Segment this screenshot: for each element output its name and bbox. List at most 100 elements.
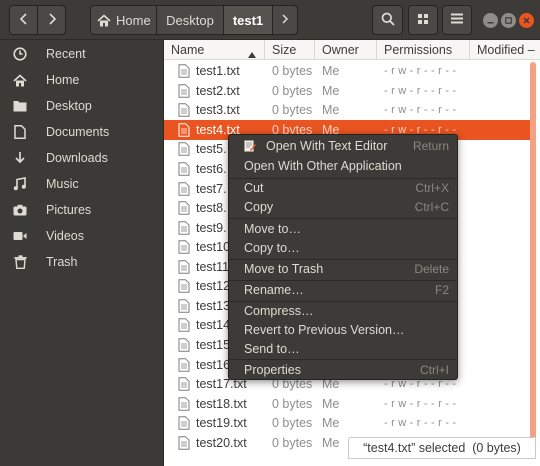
minimize-button[interactable] [483, 13, 498, 28]
menu-item-rename[interactable]: Rename… F2 [229, 280, 457, 300]
text-file-icon [178, 259, 190, 274]
sidebar-item-label: Videos [46, 229, 84, 243]
grid-icon [417, 13, 429, 28]
view-mode-button[interactable] [408, 5, 438, 35]
menu-item-label: Rename… [244, 283, 304, 297]
file-row[interactable]: test1.txt 0 bytes Me - r w - r - - r - - [164, 62, 530, 82]
menu-item-accelerator: Return [412, 139, 449, 153]
text-file-icon [178, 201, 190, 215]
text-file-icon [178, 103, 190, 118]
camera-icon [12, 202, 28, 218]
column-header-name-label: Name [171, 43, 205, 57]
menu-item-send-to[interactable]: Send to… [229, 339, 457, 359]
menu-item-label: Copy [244, 200, 274, 214]
column-header-modified-label: Modified – [477, 43, 535, 57]
file-name: test19.txt [196, 416, 247, 431]
sidebar-item-trash[interactable]: Trash [0, 249, 163, 275]
text-file-icon [178, 142, 190, 157]
file-name: test18.txt [196, 396, 247, 411]
column-header-modified[interactable]: Modified – [470, 40, 540, 60]
maximize-icon [505, 17, 512, 24]
file-owner: Me [322, 103, 340, 118]
file-name: test5. [196, 142, 227, 157]
file-permissions: - r w - r - - r - - [384, 84, 457, 97]
file-row[interactable]: test3.txt 0 bytes Me - r w - r - - r - - [164, 101, 530, 121]
vertical-scrollbar[interactable] [530, 62, 536, 442]
maximize-button[interactable] [501, 13, 516, 28]
file-row[interactable]: test2.txt 0 bytes Me - r w - r - - r - - [164, 81, 530, 101]
file-row[interactable]: test19.txt 0 bytes Me - r w - r - - r - - [164, 413, 530, 433]
text-file-icon [178, 181, 190, 196]
file-name: test7. [196, 181, 227, 196]
menu-item-open-with-other-application[interactable]: Open With Other Application [229, 156, 457, 176]
text-file-icon [178, 279, 190, 294]
menu-item-properties[interactable]: Properties Ctrl+I [229, 360, 457, 380]
close-button[interactable] [519, 13, 534, 28]
sidebar-item-pictures[interactable]: Pictures [0, 197, 163, 223]
sidebar-item-label: Desktop [46, 99, 92, 113]
file-name: test2.txt [196, 83, 240, 98]
text-file-icon [178, 162, 190, 176]
menu-item-move-to[interactable]: Move to… [229, 219, 457, 239]
text-file-icon [178, 84, 190, 98]
sidebar-item-downloads[interactable]: Downloads [0, 145, 163, 171]
menu-item-open-with-text-editor[interactable]: Open With Text Editor Return [229, 136, 457, 156]
menu-item-accelerator: F2 [434, 283, 449, 297]
sidebar-item-recent[interactable]: Recent [0, 41, 163, 67]
file-name: test1.txt [196, 64, 240, 79]
menu-item-revert-to-previous-version[interactable]: Revert to Previous Version… [229, 320, 457, 340]
column-header-size[interactable]: Size [265, 40, 315, 60]
file-name: test3.txt [196, 103, 240, 118]
file-name: test20.txt [196, 435, 247, 450]
menu-item-copy-to[interactable]: Copy to… [229, 238, 457, 258]
menu-item-label: Compress… [244, 304, 314, 318]
sidebar-item-label: Home [46, 73, 80, 87]
text-file-icon [178, 299, 190, 313]
folder-icon [12, 98, 28, 114]
sidebar-item-videos[interactable]: Videos [0, 223, 163, 249]
menu-item-copy[interactable]: Copy Ctrl+C [229, 197, 457, 217]
column-header-owner[interactable]: Owner [315, 40, 377, 60]
menu-item-cut[interactable]: Cut Ctrl+X [229, 178, 457, 198]
menu-item-accelerator: Ctrl+X [415, 181, 449, 195]
search-button[interactable] [372, 5, 403, 35]
file-size: 0 bytes [272, 416, 313, 431]
text-file-icon [178, 240, 190, 255]
places-sidebar: Recent Home Desktop Documents Downloads … [0, 40, 164, 466]
text-file-icon [178, 416, 190, 430]
breadcrumb-desktop[interactable]: Desktop [156, 5, 224, 35]
sidebar-item-documents[interactable]: Documents [0, 119, 163, 145]
file-owner: Me [322, 83, 340, 98]
breadcrumb-test1[interactable]: test1 [223, 5, 273, 35]
breadcrumb-home[interactable]: Home [90, 5, 157, 35]
forward-button[interactable] [37, 5, 66, 35]
file-size: 0 bytes [272, 435, 313, 450]
video-icon [12, 228, 28, 244]
sidebar-item-music[interactable]: Music [0, 171, 163, 197]
text-editor-icon [244, 140, 256, 152]
context-menu: Open With Text Editor Return Open With O… [228, 134, 458, 380]
text-file-icon [178, 377, 190, 391]
menu-item-compress[interactable]: Compress… [229, 301, 457, 321]
menu-item-accelerator: Ctrl+I [419, 363, 449, 377]
file-row[interactable]: test18.txt 0 bytes Me - r w - r - - r - - [164, 394, 530, 414]
column-header-permissions[interactable]: Permissions [377, 40, 470, 60]
file-name: test11 [196, 259, 230, 274]
back-button[interactable] [9, 5, 38, 35]
sidebar-item-desktop[interactable]: Desktop [0, 93, 163, 119]
menu-item-move-to-trash[interactable]: Move to Trash Delete [229, 259, 457, 279]
music-icon [12, 176, 28, 192]
clock-icon [12, 46, 28, 62]
search-icon [381, 12, 395, 29]
column-header-permissions-label: Permissions [384, 43, 453, 57]
file-permissions: - r w - r - - r - - [384, 104, 457, 117]
breadcrumb-overflow-button[interactable] [272, 5, 298, 35]
file-name: test15 [196, 337, 231, 352]
column-header-size-label: Size [272, 43, 297, 57]
menu-item-label: Copy to… [244, 241, 300, 255]
sort-ascending-icon [248, 47, 256, 61]
sidebar-item-home[interactable]: Home [0, 67, 163, 93]
column-header-name[interactable]: Name [164, 40, 265, 60]
menu-button[interactable] [442, 5, 472, 35]
text-file-icon [178, 123, 190, 137]
